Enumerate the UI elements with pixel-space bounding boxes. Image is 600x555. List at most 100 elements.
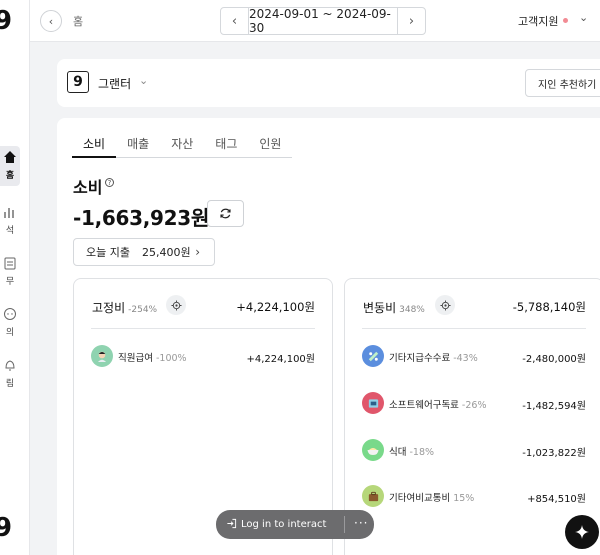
rail-item-label: 홈 (5, 171, 15, 181)
rail-item-home[interactable]: 홈 (0, 146, 20, 186)
list-item[interactable]: 소프트웨어구독료 -26% -1,482,594원 (362, 392, 586, 416)
login-label[interactable]: Log in to interact (241, 519, 326, 530)
rail-logo-bottom[interactable]: 9 (0, 515, 12, 541)
today-spending-amount: 25,400원 (141, 246, 191, 259)
target-button[interactable] (435, 295, 455, 315)
item-pct: -18% (409, 447, 435, 458)
login-bar[interactable]: Log in to interact ··· (216, 510, 374, 539)
list-item[interactable]: 직원급여 -100% +4,224,100원 (91, 345, 315, 369)
chevron-down-icon[interactable]: ⌄ (579, 11, 588, 24)
list-item-label: 직원급여 -100% (118, 350, 187, 364)
chevron-right-icon: › (195, 245, 200, 259)
chart-icon (0, 205, 20, 223)
next-period-button[interactable]: › (397, 8, 425, 34)
list-item[interactable]: 기타지급수수료 -43% -2,480,000원 (362, 345, 586, 369)
variable-cost-title: 변동비 (363, 301, 397, 315)
card-title: 고정비 -254% (92, 299, 157, 316)
employee-avatar-icon (91, 345, 113, 367)
left-rail: 9 홈 석 무 의 림 9 (0, 0, 30, 555)
variable-cost-pct: 348% (399, 305, 425, 315)
fixed-cost-title: 고정비 (92, 301, 126, 315)
target-button[interactable] (166, 295, 186, 315)
item-name: 소프트웨어구독료 (389, 400, 459, 411)
date-range-text[interactable]: 2024-09-01 ~ 2024-09-30 (249, 7, 397, 35)
target-icon (170, 299, 182, 311)
company-header: 9 그랜터 ⌄ 지인 추천하기 (57, 59, 600, 107)
rail-item-alerts[interactable]: 림 (0, 358, 20, 389)
rail-item-label: 석 (5, 226, 15, 236)
bell-icon (0, 358, 20, 376)
sparkle-icon (575, 525, 589, 539)
top-bar: ‹ 홈 ‹ 2024-09-01 ~ 2024-09-30 › 고객지원 ⌄ (30, 0, 600, 42)
item-pct: -43% (453, 353, 478, 364)
help-icon[interactable]: ? (105, 178, 114, 187)
chat-icon (0, 307, 20, 325)
chevron-left-icon: ‹ (48, 14, 54, 28)
back-button[interactable]: ‹ (40, 10, 62, 32)
tab-assets[interactable]: 자산 (160, 135, 204, 157)
fixed-cost-pct: -254% (128, 305, 158, 315)
fee-icon (362, 345, 384, 367)
company-name[interactable]: 그랜터 (98, 75, 131, 92)
list-item[interactable]: 기타여비교통비 15% +854,510원 (362, 485, 586, 509)
item-name: 직원급여 (118, 353, 153, 364)
spending-panel: 소비 매출 자산 태그 인원 소비 ? -1,663,923원 오늘 지출 25… (57, 118, 600, 555)
tab-people[interactable]: 인원 (248, 135, 292, 157)
more-options-icon[interactable]: ··· (354, 516, 368, 530)
ai-assistant-button[interactable] (565, 515, 599, 549)
chevron-down-icon[interactable]: ⌄ (139, 74, 148, 87)
tab-tags[interactable]: 태그 (204, 135, 248, 157)
target-icon (439, 299, 451, 311)
list-item-label: 기타지급수수료 -43% (389, 350, 478, 364)
item-amount: +854,510원 (527, 494, 586, 505)
chevron-left-icon: ‹ (231, 13, 238, 29)
today-spending-label: 오늘 지출 (86, 246, 130, 259)
fixed-cost-total: +4,224,100원 (236, 300, 315, 314)
list-item-label: 식대 -18% (389, 444, 434, 458)
rail-item-chat[interactable]: 의 (0, 307, 20, 338)
list-item-label: 소프트웨어구독료 -26% (389, 397, 486, 411)
divider (344, 516, 345, 533)
item-amount: -1,482,594원 (522, 401, 586, 412)
variable-cost-card[interactable]: 변동비 348% -5,788,140원 기타지급수수료 -43% -2,480,0… (344, 278, 600, 555)
tab-sales[interactable]: 매출 (116, 135, 160, 157)
rail-item-label: 림 (5, 379, 15, 389)
refresh-button[interactable] (207, 200, 244, 227)
rail-item-analysis[interactable]: 석 (0, 205, 20, 236)
item-amount: +4,224,100원 (246, 354, 315, 365)
support-link[interactable]: 고객지원 (518, 13, 558, 29)
item-name: 기타여비교통비 (389, 493, 451, 504)
login-icon (226, 518, 237, 532)
spending-total: -1,663,923원 (73, 206, 210, 230)
meal-icon (362, 439, 384, 461)
notification-dot (563, 18, 568, 23)
item-pct: -26% (461, 400, 487, 411)
travel-bag-icon (362, 485, 384, 507)
rail-logo[interactable]: 9 (0, 8, 12, 34)
today-spending-button[interactable]: 오늘 지출 25,400원 › (73, 238, 215, 266)
software-icon (362, 392, 384, 414)
item-name: 식대 (389, 447, 407, 458)
chevron-right-icon: › (408, 13, 415, 29)
tab-spending[interactable]: 소비 (72, 135, 117, 158)
recommend-friend-button[interactable]: 지인 추천하기 (525, 69, 600, 97)
list-item[interactable]: 식대 -18% -1,023,822원 (362, 439, 586, 463)
card-title: 변동비 348% (363, 299, 425, 316)
home-icon (0, 150, 20, 168)
section-title: 소비 (73, 178, 103, 197)
category-tabs: 소비 매출 자산 태그 인원 (72, 135, 293, 158)
date-range-picker[interactable]: ‹ 2024-09-01 ~ 2024-09-30 › (220, 7, 426, 35)
ledger-icon (0, 256, 20, 274)
card-header: 고정비 -254% +4,224,100원 (91, 295, 315, 329)
item-amount: -1,023,822원 (522, 448, 586, 459)
item-amount: -2,480,000원 (522, 354, 586, 365)
item-pct: 15% (453, 493, 475, 504)
breadcrumb: 홈 (73, 15, 84, 28)
prev-period-button[interactable]: ‹ (221, 8, 249, 34)
rail-item-finance[interactable]: 무 (0, 256, 20, 287)
card-header: 변동비 348% -5,788,140원 (362, 295, 586, 329)
rail-item-label: 의 (5, 328, 15, 338)
refresh-icon (220, 208, 231, 219)
variable-cost-total: -5,788,140원 (512, 300, 586, 314)
item-name: 기타지급수수료 (389, 353, 451, 364)
